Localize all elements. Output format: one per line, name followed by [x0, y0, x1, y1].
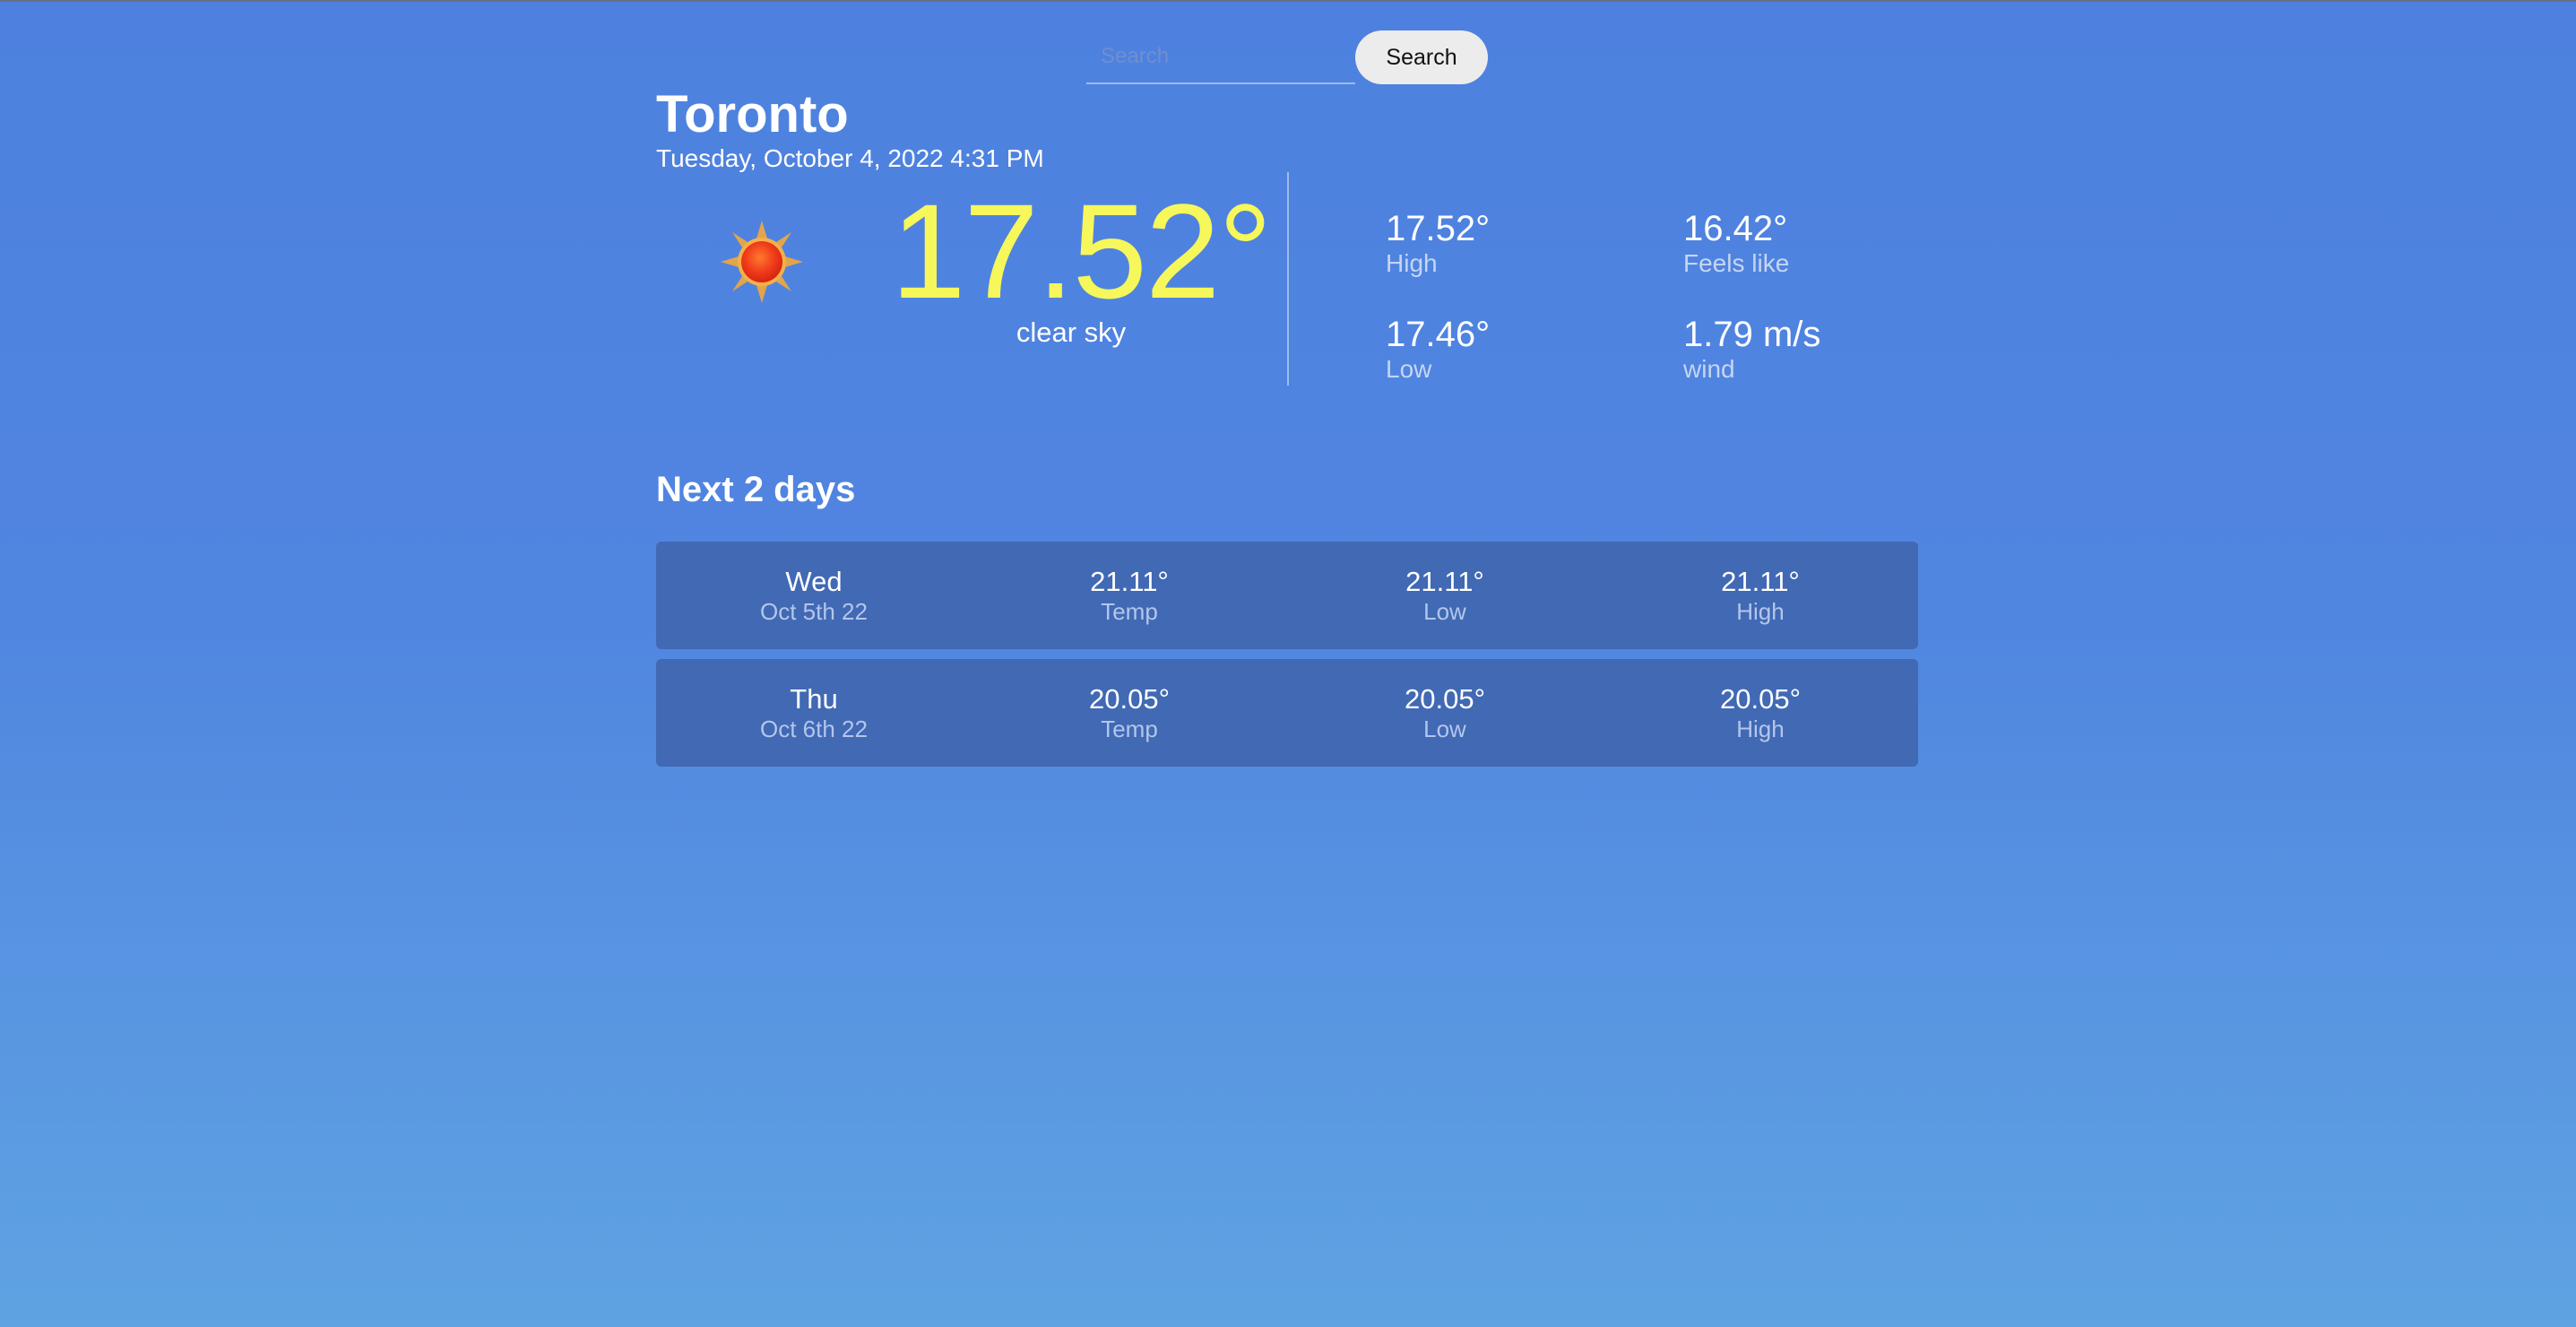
forecast-day: Wed [785, 566, 843, 597]
forecast-date: Oct 6th 22 [760, 716, 868, 742]
forecast-temp-cell: 21.11° Temp [972, 566, 1287, 625]
forecast-high-label: High [1736, 716, 1785, 742]
forecast-list: Wed Oct 5th 22 21.11° Temp 21.11° Low 21… [656, 542, 1918, 776]
stat-low-label: Low [1386, 355, 1432, 383]
current-temperature: 17.52° [891, 176, 1272, 326]
stat-feels-like: 16.42° Feels like [1683, 208, 1789, 278]
forecast-title: Next 2 days [656, 470, 856, 509]
stat-high: 17.52° High [1386, 208, 1490, 278]
forecast-low-value: 20.05° [1405, 683, 1485, 715]
forecast-low-cell: 21.11° Low [1287, 566, 1603, 625]
city-name: Toronto [656, 85, 849, 143]
vertical-divider [1287, 172, 1289, 386]
forecast-high-cell: 20.05° High [1603, 683, 1918, 742]
forecast-row: Wed Oct 5th 22 21.11° Temp 21.11° Low 21… [656, 542, 1918, 649]
stat-high-value: 17.52° [1386, 209, 1491, 248]
forecast-low-value: 21.11° [1405, 566, 1484, 597]
forecast-high-value: 21.11° [1721, 566, 1800, 597]
search-input[interactable] [1086, 30, 1355, 84]
stat-low-value: 17.46° [1386, 315, 1491, 354]
stat-wind-label: wind [1683, 355, 1735, 383]
stat-wind-value: 1.79 m/s [1683, 315, 1821, 354]
stat-feels-like-value: 16.42° [1683, 209, 1788, 248]
stat-feels-like-label: Feels like [1683, 249, 1790, 277]
forecast-temp-label: Temp [1101, 716, 1158, 742]
search-button[interactable]: Search [1355, 30, 1488, 84]
forecast-day-cell: Thu Oct 6th 22 [656, 683, 972, 742]
window-top-border [0, 0, 2576, 2]
search-bar: Search [1086, 30, 1488, 84]
weather-condition: clear sky [1016, 317, 1127, 348]
forecast-temp-value: 21.11° [1090, 566, 1169, 597]
forecast-low-cell: 20.05° Low [1287, 683, 1603, 742]
forecast-date: Oct 5th 22 [760, 598, 868, 625]
forecast-temp-cell: 20.05° Temp [972, 683, 1287, 742]
forecast-day: Thu [790, 683, 838, 715]
forecast-day-cell: Wed Oct 5th 22 [656, 566, 972, 625]
forecast-low-label: Low [1423, 716, 1466, 742]
stat-wind: 1.79 m/s wind [1683, 314, 1820, 384]
forecast-row: Thu Oct 6th 22 20.05° Temp 20.05° Low 20… [656, 659, 1918, 767]
forecast-high-label: High [1736, 598, 1785, 625]
forecast-temp-value: 20.05° [1089, 683, 1170, 715]
stat-low: 17.46° Low [1386, 314, 1490, 384]
sun-icon [719, 219, 805, 305]
forecast-temp-label: Temp [1101, 598, 1158, 625]
stat-high-label: High [1386, 249, 1438, 277]
forecast-high-value: 20.05° [1720, 683, 1801, 715]
forecast-high-cell: 21.11° High [1603, 566, 1918, 625]
current-datetime: Tuesday, October 4, 2022 4:31 PM [656, 144, 1044, 172]
forecast-low-label: Low [1423, 598, 1466, 625]
